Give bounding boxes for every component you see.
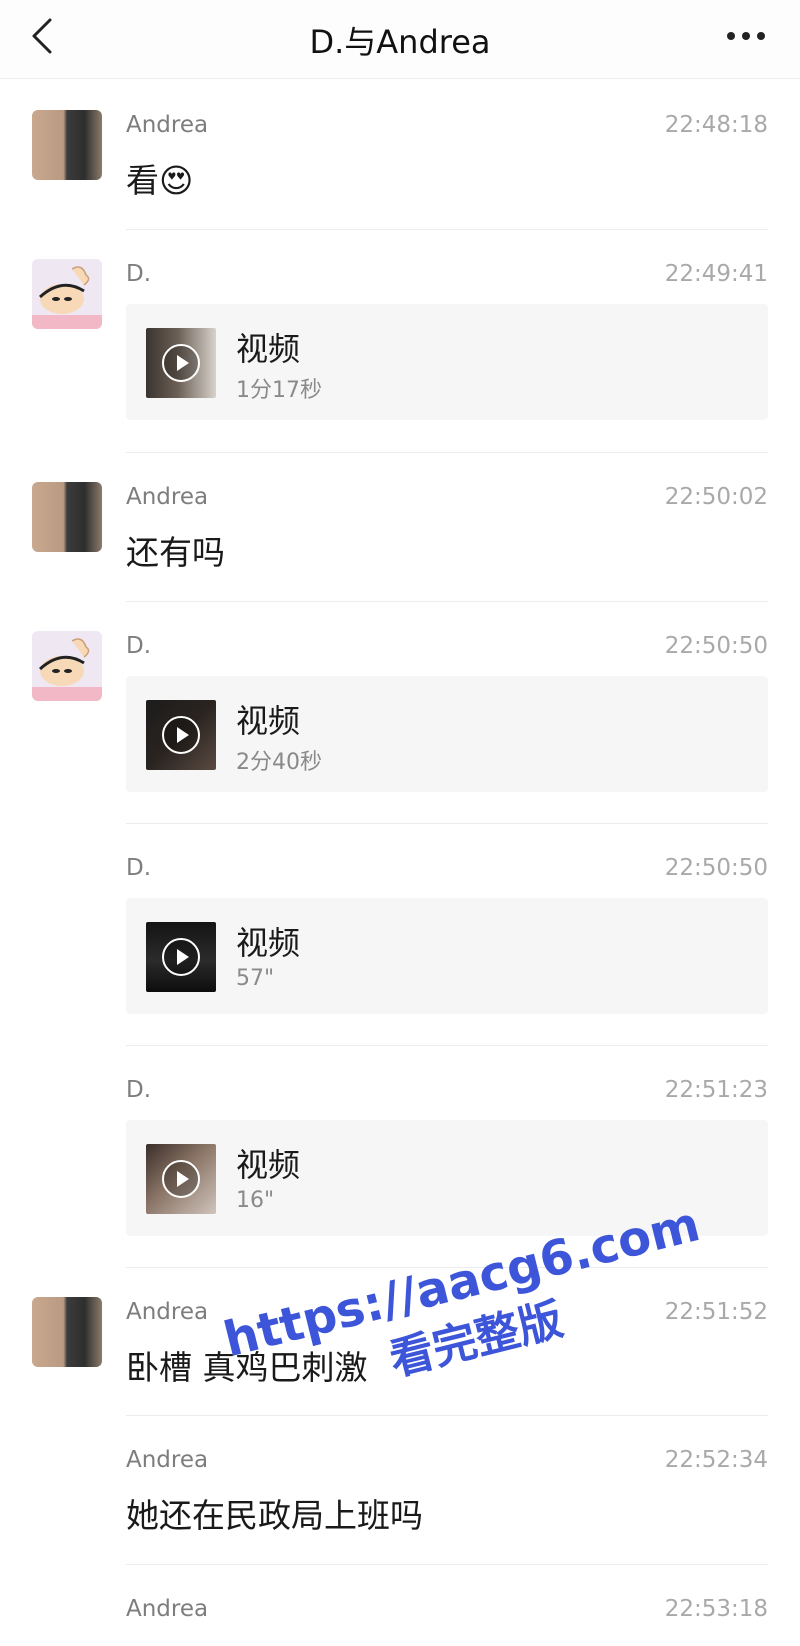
divider <box>126 601 768 602</box>
video-thumbnail[interactable] <box>146 328 216 398</box>
video-label: 视频 <box>236 330 301 368</box>
message-time: 22:53:18 <box>664 1596 768 1622</box>
avatar-andrea[interactable] <box>32 110 102 180</box>
video-duration: 1分17秒 <box>236 378 322 403</box>
divider <box>126 452 768 453</box>
message-time: 22:48:18 <box>664 112 768 138</box>
message-time: 22:50:50 <box>664 633 768 659</box>
video-duration: 2分40秒 <box>236 750 322 775</box>
message-time: 22:50:02 <box>664 484 768 510</box>
video-card[interactable]: 视频 1分17秒 <box>126 304 768 420</box>
sender-name: Andrea <box>126 112 209 138</box>
message-text: 她还在民政局上班吗 <box>126 1496 423 1535</box>
message-time: 22:49:41 <box>664 261 768 287</box>
top-bar: D.与Andrea <box>0 0 800 79</box>
sender-name: Andrea <box>126 484 209 510</box>
message-text: 看😍 <box>126 161 194 200</box>
avatar-andrea[interactable] <box>32 1297 102 1367</box>
chat-title: D.与Andrea <box>309 23 491 61</box>
avatar-d[interactable] <box>32 259 102 329</box>
video-thumbnail[interactable] <box>146 700 216 770</box>
sender-name: D. <box>126 261 152 287</box>
video-card[interactable]: 视频 57" <box>126 898 768 1014</box>
play-icon <box>162 716 200 754</box>
avatar-d[interactable] <box>32 631 102 701</box>
sender-name: D. <box>126 633 152 659</box>
divider <box>126 1267 768 1268</box>
message-text: 卧槽 真鸡巴刺激 <box>126 1348 368 1387</box>
message-time: 22:51:52 <box>664 1299 768 1325</box>
video-card[interactable]: 视频 2分40秒 <box>126 676 768 792</box>
video-duration: 16" <box>236 1188 275 1213</box>
avatar-andrea[interactable] <box>32 482 102 552</box>
chat-history-page: D.与Andrea Andrea 22:48:18 看😍 D. 22:49:41… <box>0 0 800 1646</box>
divider <box>126 823 768 824</box>
video-thumbnail[interactable] <box>146 922 216 992</box>
sender-name: Andrea <box>126 1447 209 1473</box>
message-time: 22:52:34 <box>664 1447 768 1473</box>
divider <box>126 229 768 230</box>
divider <box>126 1045 768 1046</box>
video-card[interactable]: 视频 16" <box>126 1120 768 1236</box>
video-thumbnail[interactable] <box>146 1144 216 1214</box>
video-label: 视频 <box>236 702 301 740</box>
more-dots-icon <box>727 32 765 40</box>
sender-name: D. <box>126 855 152 881</box>
play-icon <box>162 1160 200 1198</box>
divider <box>126 1415 768 1416</box>
message-time: 22:50:50 <box>664 855 768 881</box>
sender-name: D. <box>126 1077 152 1103</box>
video-duration: 57" <box>236 966 275 991</box>
message-time: 22:51:23 <box>664 1077 768 1103</box>
message-text: 还有吗 <box>126 533 225 572</box>
video-label: 视频 <box>236 924 301 962</box>
sender-name: Andrea <box>126 1299 209 1325</box>
video-label: 视频 <box>236 1146 301 1184</box>
divider <box>126 1564 768 1565</box>
more-button[interactable] <box>722 16 770 56</box>
play-icon <box>162 344 200 382</box>
sender-name: Andrea <box>126 1596 209 1622</box>
play-icon <box>162 938 200 976</box>
